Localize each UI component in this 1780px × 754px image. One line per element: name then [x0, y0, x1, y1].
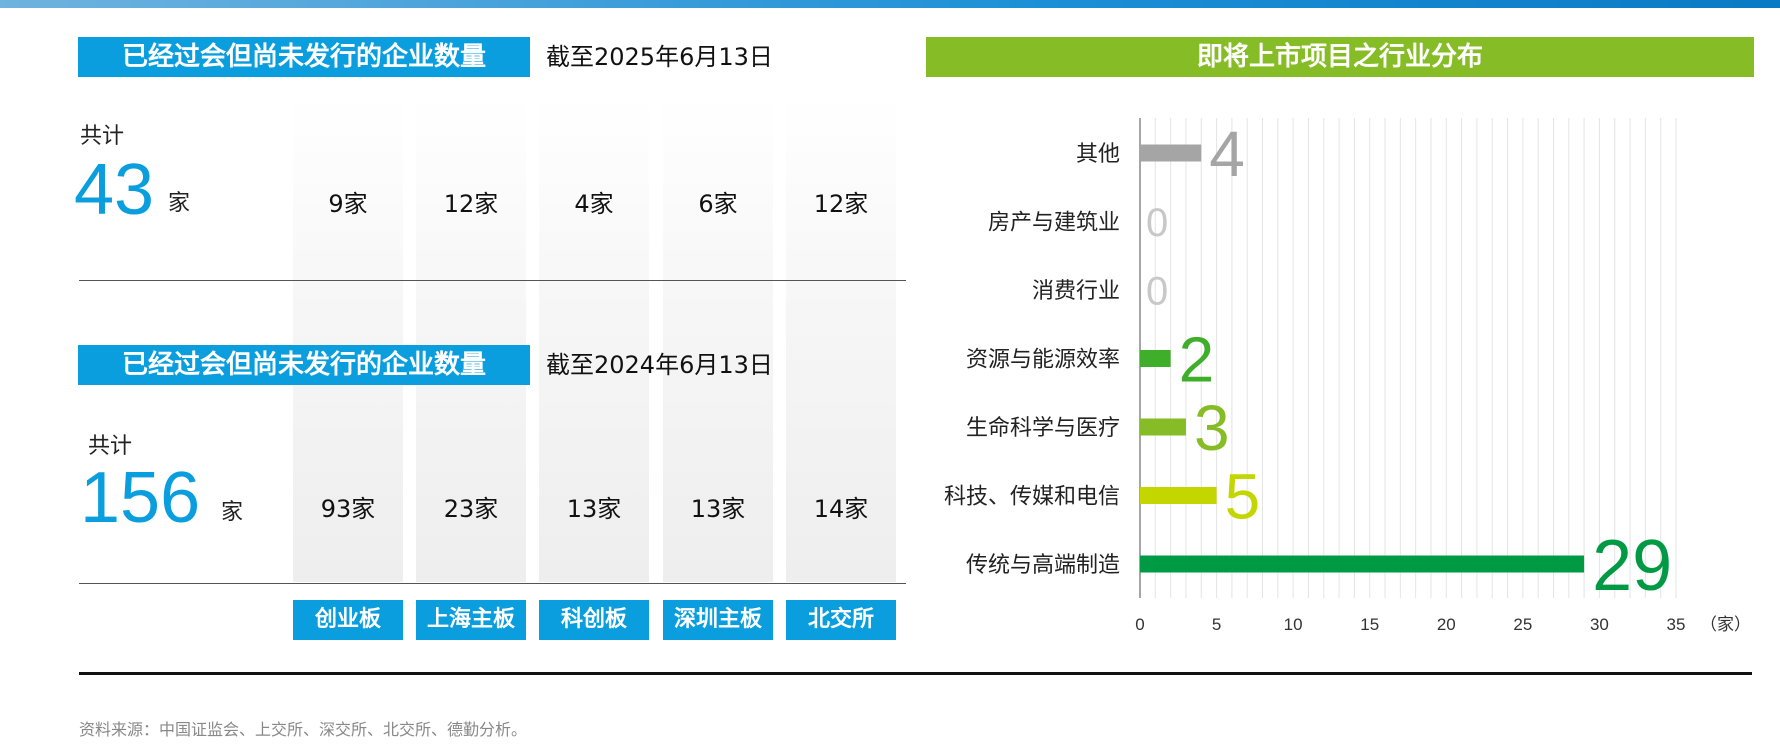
x-tick-label: 15 — [1360, 615, 1379, 634]
bar — [1140, 350, 1171, 367]
data-label: 29 — [1592, 526, 1672, 606]
data-label: 3 — [1194, 392, 1230, 464]
x-tick-label: 30 — [1590, 615, 1609, 634]
category-label: 传统与高端制造 — [966, 553, 1120, 578]
category-label: 科技、传媒和电信 — [944, 485, 1120, 510]
x-tick-label: 10 — [1284, 615, 1303, 634]
data-label: 2 — [1179, 324, 1215, 396]
x-axis-unit: （家） — [1700, 615, 1751, 634]
data-label: 4 — [1209, 118, 1245, 190]
x-tick-label: 25 — [1513, 615, 1532, 634]
data-label: 5 — [1225, 461, 1261, 533]
category-label: 其他 — [1076, 142, 1120, 167]
bar — [1140, 555, 1585, 573]
industry-bar-chart: 0 5 10 15 20 25 30 35 （家）其他 4房产与建筑业 0消费行业 0资源与能源效率 2… — [944, 118, 1751, 634]
bottom-divider — [79, 672, 1752, 675]
bar — [1140, 144, 1202, 162]
bar — [1140, 418, 1186, 436]
x-tick-label: 0 — [1135, 615, 1144, 634]
category-label: 生命科学与医疗 — [966, 416, 1120, 441]
data-label: 0 — [1146, 269, 1168, 313]
category-label: 房产与建筑业 — [988, 211, 1120, 236]
data-label: 0 — [1146, 201, 1168, 245]
x-tick-label: 20 — [1437, 615, 1456, 634]
x-tick-label: 5 — [1212, 615, 1221, 634]
category-label: 资源与能源效率 — [966, 348, 1120, 373]
category-label: 消费行业 — [1032, 279, 1120, 304]
bar — [1140, 487, 1217, 504]
source-note: 资料来源：中国证监会、上交所、深交所、北交所、德勤分析。 — [79, 720, 528, 739]
x-tick-label: 35 — [1667, 615, 1686, 634]
